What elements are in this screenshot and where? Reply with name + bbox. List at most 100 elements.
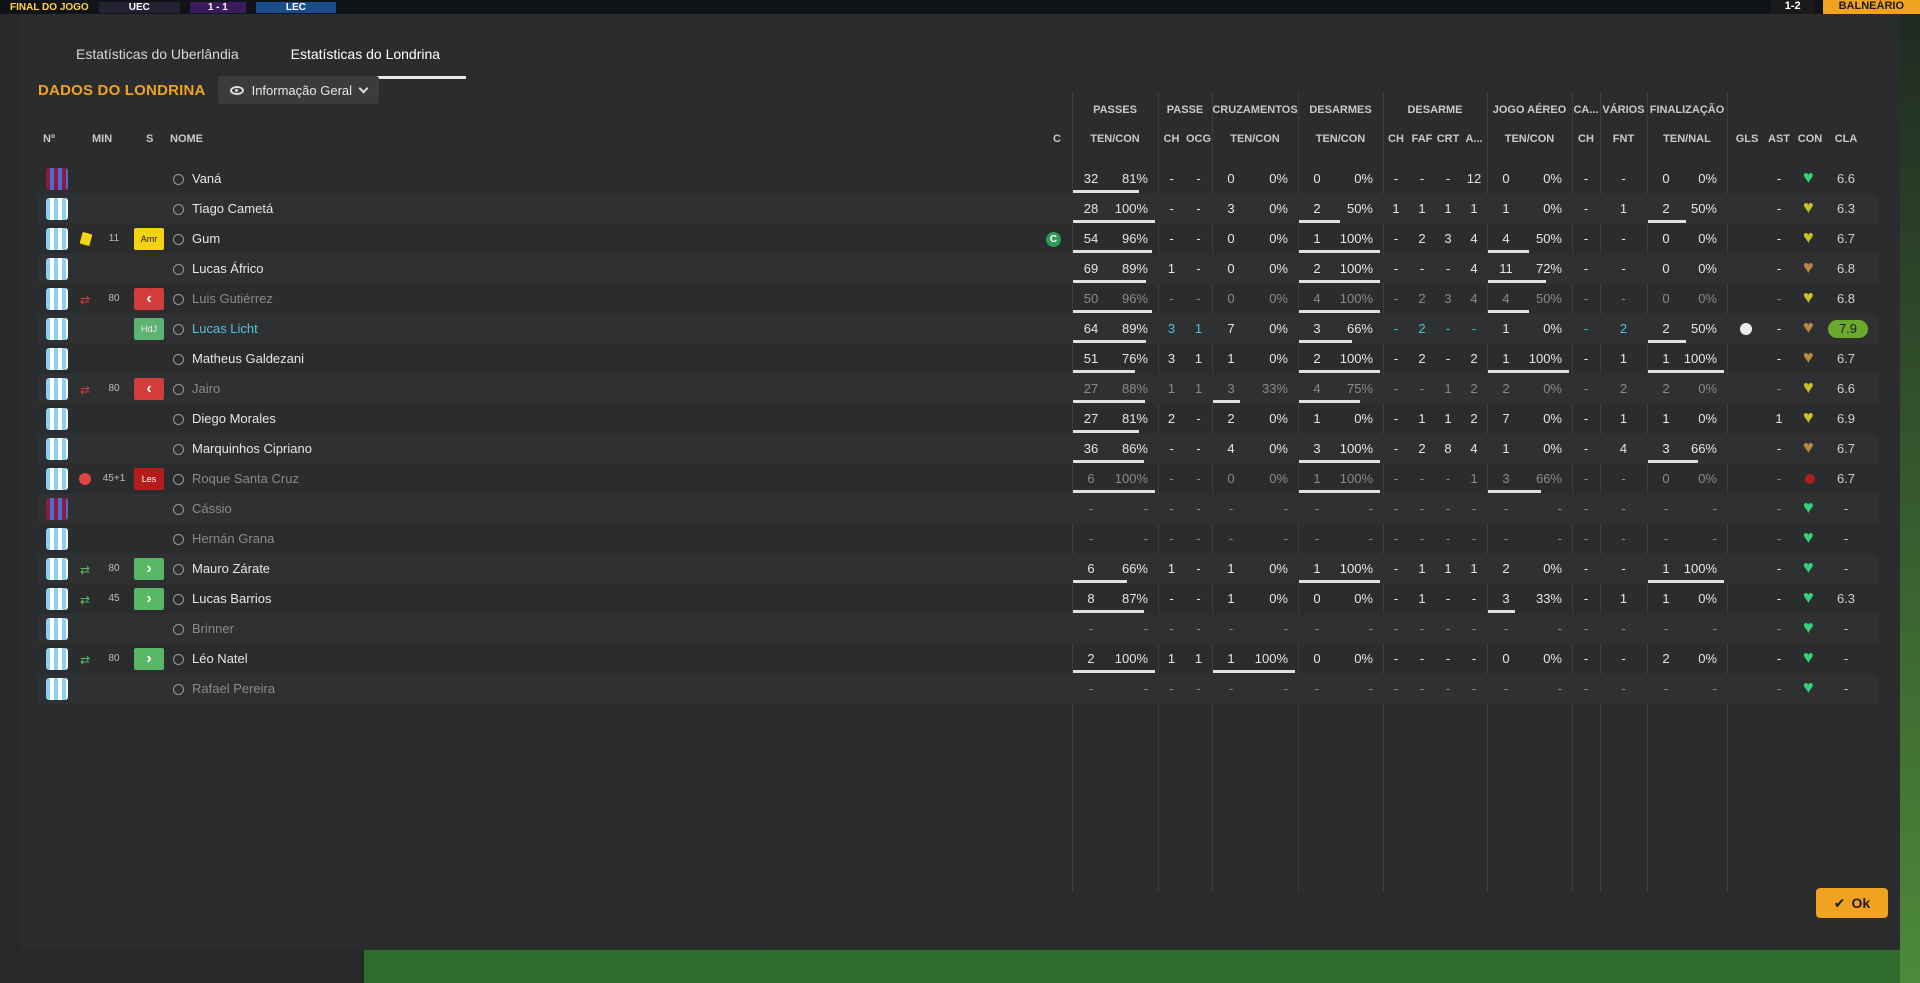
tackle-a-cell: 4	[1470, 291, 1478, 306]
column-header-con[interactable]: CON	[1795, 133, 1825, 145]
player-name[interactable]: Hernán Grana	[192, 524, 692, 554]
column-header-name[interactable]: NOME	[170, 133, 203, 145]
player-name[interactable]: Brinner	[192, 614, 692, 644]
shirt-icon	[46, 468, 68, 490]
player-name[interactable]: Vaná	[192, 164, 692, 194]
group-header[interactable]: VÁRIOS	[1600, 104, 1647, 116]
sub-in-badge[interactable]: ›	[134, 648, 164, 670]
view-selector[interactable]: Informação Geral	[217, 76, 380, 104]
player-name[interactable]: Mauro Zárate	[192, 554, 692, 584]
group-header[interactable]: FINALIZAÇÃO	[1647, 104, 1727, 116]
table-row[interactable]: ⇄ 80 › Léo Natel 2 100% 1 1 1 100% 0 0% - - - -0 0% - -2 0%…	[38, 644, 1878, 674]
top-right-controls: 1-2 BALNEÁRIO	[1770, 0, 1920, 14]
group-header[interactable]: CA...	[1572, 104, 1600, 116]
table-row[interactable]: Lucas Áfrico 69 89% 1-0 0% 2 100% - - -4 11 72% - -0 0…	[38, 254, 1878, 284]
column-header-passes[interactable]: TEN/CON	[1072, 133, 1158, 145]
table-row[interactable]: Marquinhos Cipriano 36 86% - -4 0% 3 100% -2 8 4 1 0…	[38, 434, 1878, 464]
ca-ch-cell: -	[1583, 681, 1589, 696]
sub-in-badge[interactable]: ›	[134, 588, 164, 610]
player-name[interactable]: Lucas Áfrico	[192, 254, 692, 284]
column-header-fnt[interactable]: FNT	[1600, 133, 1647, 145]
column-header-ca-ch[interactable]: CH	[1572, 133, 1600, 145]
player-name[interactable]: Roque Santa Cruz	[192, 464, 692, 494]
column-header-num[interactable]: Nº	[43, 133, 55, 145]
crosses-pct: 0%	[1269, 591, 1288, 606]
column-header-cruz[interactable]: TEN/CON	[1212, 133, 1298, 145]
tackles-bar	[1299, 340, 1352, 343]
column-header-passe-ocg[interactable]: OCG	[1185, 133, 1212, 145]
tackle-a-cell: 4	[1470, 261, 1478, 276]
player-name[interactable]: Léo Natel	[192, 644, 692, 674]
column-header-d-crt[interactable]: CRT	[1435, 133, 1461, 145]
tab-uberlandia[interactable]: Estatísticas do Uberlândia	[50, 36, 265, 79]
column-header-gls[interactable]: GLS	[1731, 133, 1763, 145]
ok-button[interactable]: ✔ Ok	[1816, 888, 1888, 918]
amr-badge[interactable]: Amr	[134, 228, 164, 250]
condition-heart-icon	[1803, 677, 1817, 698]
table-row[interactable]: ⇄ 45 › Lucas Barrios 8 87% - -1 0% 0 0% -1- -3 33% -1 1…	[38, 584, 1878, 614]
table-row[interactable]: Matheus Galdezani 51 76% 3 1 1 0% 2 100% -2-2 1 100…	[38, 344, 1878, 374]
passes-bar	[1073, 400, 1145, 403]
sub-in-badge[interactable]: ›	[134, 558, 164, 580]
column-header-s[interactable]: S	[146, 133, 153, 145]
sub-out-badge[interactable]: ‹	[134, 378, 164, 400]
sub-out-badge[interactable]: ‹	[134, 288, 164, 310]
table-row[interactable]: Brinner--------------------	[38, 614, 1878, 644]
player-name[interactable]: Cássio	[192, 494, 692, 524]
column-header-aereo[interactable]: TEN/CON	[1487, 133, 1572, 145]
table-row[interactable]: Cássio--------------------	[38, 494, 1878, 524]
table-row[interactable]: 11AmrGumC5496%--00%1100%-234450%--00%-6.…	[38, 224, 1878, 254]
table-row[interactable]: ⇄ 80 › Mauro Zárate 6 66% 1-1 0% 1 100% -1 1 1 2 0% - -1…	[38, 554, 1878, 584]
aerial-bar	[1488, 610, 1515, 613]
captain-badge: C	[1046, 232, 1061, 247]
les-badge[interactable]: Les	[134, 468, 164, 490]
condition-heart-icon	[1803, 557, 1817, 578]
table-row[interactable]: Vaná3281%--00%00%---1200%--00%-6.6	[38, 164, 1878, 194]
column-header-min[interactable]: MIN	[92, 133, 112, 145]
player-name[interactable]: Lucas Barrios	[192, 584, 692, 614]
hdj-badge[interactable]: HdJ	[134, 318, 164, 340]
table-row[interactable]: 45+1 Les Roque Santa Cruz 6 100% - -0 0% 1 100% - -…	[38, 464, 1878, 494]
table-row[interactable]: ⇄80‹Jairo2788%11333%475%--1220%-220%-6.6	[38, 374, 1878, 404]
player-name[interactable]: Diego Morales	[192, 404, 692, 434]
player-name[interactable]: Matheus Galdezani	[192, 344, 692, 374]
fouls-cell: 2	[1619, 321, 1628, 336]
condition-heart-icon	[1803, 377, 1817, 398]
tab-londrina[interactable]: Estatísticas do Londrina	[264, 36, 467, 79]
player-name[interactable]: Marquinhos Cipriano	[192, 434, 692, 464]
group-header[interactable]: CRUZAMENTOS	[1212, 104, 1298, 116]
column-header-d-ch[interactable]: CH	[1383, 133, 1409, 145]
table-row[interactable]: ⇄ 80 ‹ Luis Gutiérrez 50 96% - -0 0% 4 100% -2 3 4 4 50…	[38, 284, 1878, 314]
group-header[interactable]: DESARMES	[1298, 104, 1383, 116]
player-name[interactable]: Rafael Pereira	[192, 674, 692, 704]
group-header[interactable]: JOGO AÉREO	[1487, 104, 1572, 116]
column-header-cla[interactable]: CLA	[1825, 133, 1867, 145]
column-header-d-faf[interactable]: FAF	[1409, 133, 1435, 145]
column-header-ast[interactable]: AST	[1763, 133, 1795, 145]
pass-ch-cell: 2	[1167, 411, 1176, 426]
player-name[interactable]: Jairo	[192, 374, 692, 404]
group-header[interactable]: DESARME	[1383, 104, 1487, 116]
table-row[interactable]: Tiago Cametá 28 100% - -3 0% 2 50% 1 1 1 1 1 0% -1 2 50%…	[38, 194, 1878, 224]
rating-cell: 6.3	[1836, 201, 1856, 216]
group-header[interactable]: PASSE	[1158, 104, 1212, 116]
player-name[interactable]: Lucas Licht	[192, 314, 692, 344]
rating-cell: 6.9	[1836, 411, 1856, 426]
column-header-fin[interactable]: TEN/NAL	[1647, 133, 1727, 145]
fouls-cell: -	[1621, 681, 1626, 696]
table-row[interactable]: Rafael Pereira--------------------	[38, 674, 1878, 704]
column-header-d-a[interactable]: A...	[1461, 133, 1487, 145]
player-name[interactable]: Tiago Cametá	[192, 194, 692, 224]
table-row[interactable]: Diego Morales2781%2-20%10%-11270%-110%16…	[38, 404, 1878, 434]
group-header[interactable]: PASSES	[1072, 104, 1158, 116]
table-row[interactable]: Hernán Grana--------------------	[38, 524, 1878, 554]
player-name[interactable]: Luis Gutiérrez	[192, 284, 692, 314]
player-name[interactable]: Gum	[192, 224, 692, 254]
tackle-ch-cell: 1	[1392, 201, 1400, 216]
column-header-des[interactable]: TEN/CON	[1298, 133, 1383, 145]
balneario-button[interactable]: BALNEÁRIO	[1822, 0, 1920, 14]
column-header-c[interactable]: C	[1053, 133, 1061, 145]
column-header-passe-ch[interactable]: CH	[1158, 133, 1185, 145]
table-row[interactable]: HdJ Lucas Licht 64 89% 3 1 7 0% 3 66% -2- -1 0% -2 2 50…	[38, 314, 1878, 344]
view-selector-label: Informação Geral	[251, 82, 353, 98]
